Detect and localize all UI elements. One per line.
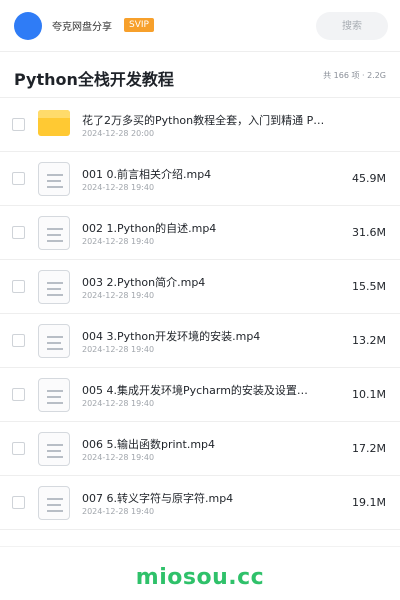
file-date: 2024-12-28 19:40 xyxy=(82,399,155,408)
video-file-icon xyxy=(38,270,70,304)
file-name[interactable]: 004 3.Python开发环境的安装.mp4 xyxy=(82,328,328,344)
row-checkbox[interactable] xyxy=(12,226,25,239)
page-title: Python全栈开发教程 xyxy=(14,70,174,89)
row-checkbox[interactable] xyxy=(12,496,25,509)
file-row[interactable]: 004 3.Python开发环境的安装.mp4 2024-12-28 19:40 1… xyxy=(0,314,400,368)
file-row[interactable]: 001 0.前言相关介绍.mp4 2024-12-28 19:40 45.9M xyxy=(0,152,400,206)
file-size: 45.9M xyxy=(352,172,386,185)
file-row[interactable]: 003 2.Python简介.mp4 2024-12-28 19:40 15.5M xyxy=(0,260,400,314)
file-size: 15.5M xyxy=(352,280,386,293)
file-name[interactable]: 007 6.转义字符与原字符.mp4 xyxy=(82,490,328,506)
file-name[interactable]: 002 1.Python的自述.mp4 xyxy=(82,220,328,236)
row-checkbox[interactable] xyxy=(12,172,25,185)
row-checkbox[interactable] xyxy=(12,334,25,347)
file-name[interactable]: 001 0.前言相关介绍.mp4 xyxy=(82,166,328,182)
header-bar: 夸克网盘分享 SVIP xyxy=(0,0,400,52)
file-date: 2024-12-28 20:00 xyxy=(82,129,155,138)
file-size: 19.1M xyxy=(352,496,386,509)
file-size: 17.2M xyxy=(352,442,386,455)
video-file-icon xyxy=(38,324,70,358)
file-row[interactable]: 005 4.集成开发环境Pycharm的安装及设置… 2024-12-28 19:… xyxy=(0,368,400,422)
file-size: 10.1M xyxy=(352,388,386,401)
row-checkbox[interactable] xyxy=(12,280,25,293)
file-date: 2024-12-28 19:40 xyxy=(82,345,155,354)
footer: miosou.cc xyxy=(0,546,400,600)
file-name[interactable]: 花了2万多买的Python教程全套，入门到精通 P… xyxy=(82,112,328,128)
file-name[interactable]: 003 2.Python简介.mp4 xyxy=(82,274,328,290)
video-file-icon xyxy=(38,378,70,412)
video-file-icon xyxy=(38,432,70,466)
file-date: 2024-12-28 19:40 xyxy=(82,453,155,462)
file-list: 花了2万多买的Python教程全套，入门到精通 P… 2024-12-28 20:… xyxy=(0,98,400,530)
search-input[interactable] xyxy=(316,12,388,40)
file-name[interactable]: 006 5.输出函数print.mp4 xyxy=(82,436,328,452)
video-file-icon xyxy=(38,216,70,250)
folder-title-bar: Python全栈开发教程 共 166 项 · 2.2G xyxy=(0,52,400,98)
folder-icon xyxy=(38,110,70,136)
file-name[interactable]: 005 4.集成开发环境Pycharm的安装及设置… xyxy=(82,382,328,398)
file-row[interactable]: 002 1.Python的自述.mp4 2024-12-28 19:40 31.6M xyxy=(0,206,400,260)
file-date: 2024-12-28 19:40 xyxy=(82,291,155,300)
file-row[interactable]: 006 5.输出函数print.mp4 2024-12-28 19:40 17.2M xyxy=(0,422,400,476)
file-date: 2024-12-28 19:40 xyxy=(82,507,155,516)
file-size: 13.2M xyxy=(352,334,386,347)
video-file-icon xyxy=(38,486,70,520)
file-row[interactable]: 花了2万多买的Python教程全套，入门到精通 P… 2024-12-28 20:… xyxy=(0,98,400,152)
row-checkbox[interactable] xyxy=(12,388,25,401)
row-checkbox[interactable] xyxy=(12,442,25,455)
file-date: 2024-12-28 19:40 xyxy=(82,237,155,246)
folder-summary: 共 166 项 · 2.2G xyxy=(323,71,386,80)
video-file-icon xyxy=(38,162,70,196)
row-checkbox[interactable] xyxy=(12,118,25,131)
file-size: 31.6M xyxy=(352,226,386,239)
app-name: 夸克网盘分享 xyxy=(52,22,112,33)
watermark: miosou.cc xyxy=(135,565,265,590)
file-row[interactable]: 007 6.转义字符与原字符.mp4 2024-12-28 19:40 19.1M xyxy=(0,476,400,530)
file-date: 2024-12-28 19:40 xyxy=(82,183,155,192)
avatar[interactable] xyxy=(14,12,42,40)
svip-badge: SVIP xyxy=(124,18,154,32)
